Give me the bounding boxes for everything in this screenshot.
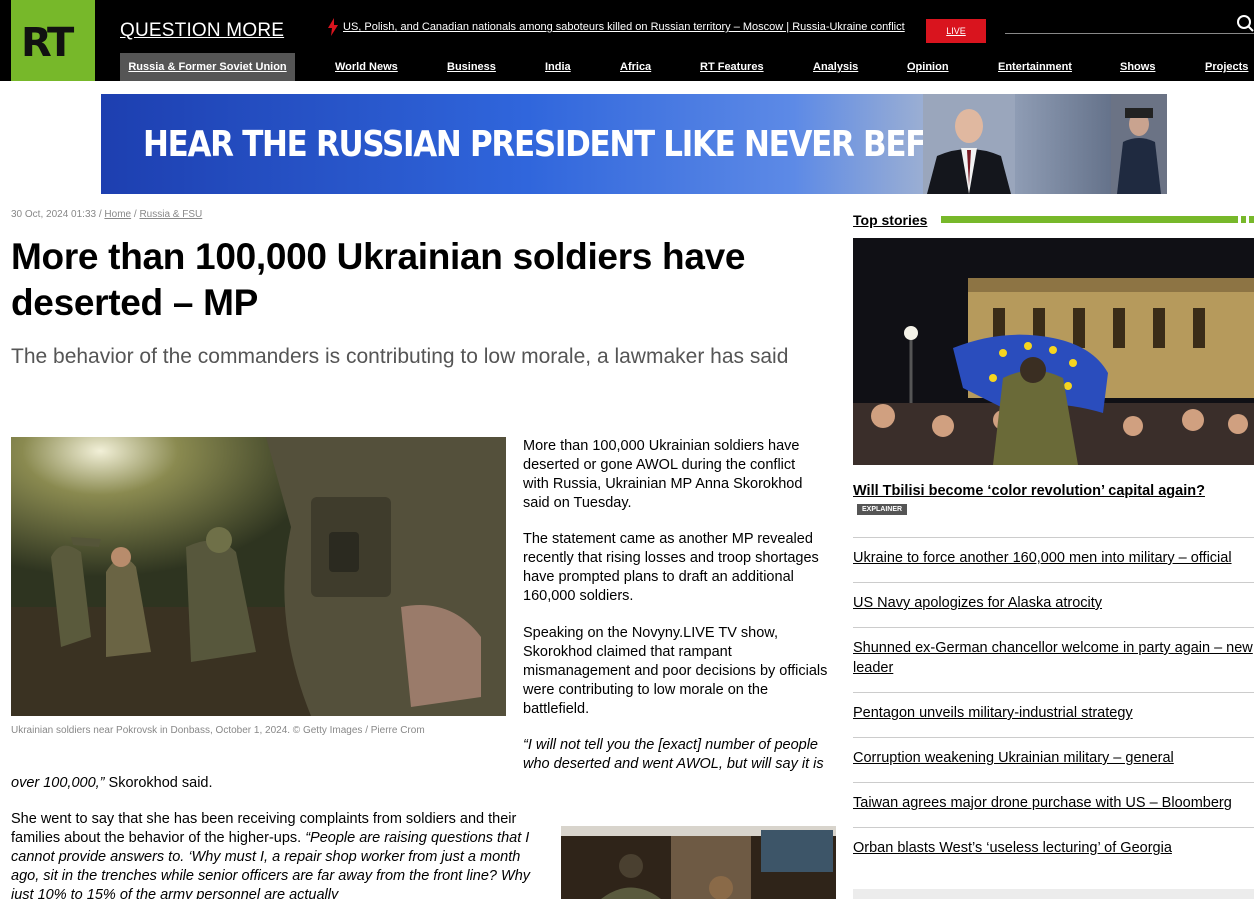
logo-text: RT	[21, 20, 74, 66]
nav-item-opinion[interactable]: Opinion	[907, 61, 949, 73]
promo-banner[interactable]: HEAR THE RUSSIAN PRESIDENT LIKE NEVER BE…	[101, 94, 1167, 194]
nav-item-shows[interactable]: Shows	[1120, 61, 1155, 73]
nav-item-entertainment[interactable]: Entertainment	[998, 61, 1072, 73]
nav-item-india[interactable]: India	[545, 61, 571, 73]
article-paragraph-2: The statement came as another MP reveale…	[523, 531, 819, 604]
top-story-photo[interactable]	[853, 238, 1254, 465]
banner-guard-image	[1111, 94, 1167, 194]
top-story-item[interactable]: Corruption weakening Ukrainian military …	[853, 737, 1254, 768]
sidebar-next-block	[853, 889, 1254, 899]
nav-item-russia-fsu[interactable]: Russia & Former Soviet Union	[120, 53, 295, 81]
article-quote-1: “I will not tell you the [exact] number …	[523, 737, 824, 772]
breaking-news-link[interactable]: US, Polish, and Canadian nationals among…	[343, 21, 905, 33]
nav-item-rt-features[interactable]: RT Features	[700, 61, 764, 73]
top-story-item[interactable]: US Navy apologizes for Alaska atrocity	[853, 582, 1254, 613]
quote-end-text: over 100,000,”	[11, 775, 105, 791]
top-stories-heading[interactable]: Top stories	[853, 212, 927, 228]
top-story-item[interactable]: Shunned ex-German chancellor welcome in …	[853, 627, 1254, 678]
rt-logo[interactable]: RT	[11, 0, 95, 81]
nav-item-analysis[interactable]: Analysis	[813, 61, 858, 73]
article-subtitle: The behavior of the commanders is contri…	[11, 345, 789, 368]
banner-text: HEAR THE RUSSIAN PRESIDENT LIKE NEVER BE…	[143, 124, 994, 165]
article-photo[interactable]	[11, 437, 506, 716]
article-quote-1-end: over 100,000,” Skorokhod said.	[11, 774, 213, 793]
nav-item-projects[interactable]: Projects	[1205, 61, 1248, 73]
top-stories-divider-dot	[1249, 216, 1254, 223]
nav-item-africa[interactable]: Africa	[620, 61, 651, 73]
site-header: RT QUESTION MORE US, Polish, and Canadia…	[0, 0, 1254, 81]
top-story-item[interactable]: Ukraine to force another 160,000 men int…	[853, 537, 1254, 568]
banner-portrait-image	[923, 94, 1015, 194]
quote-attribution: Skorokhod said.	[104, 775, 213, 791]
breadcrumb-section[interactable]: Russia & FSU	[139, 209, 202, 220]
article-date: 30 Oct, 2024 01:33	[11, 209, 97, 220]
top-stories-divider-dot	[1241, 216, 1246, 223]
lightning-icon	[328, 18, 338, 36]
article-paragraph-5: She went to say that she has been receiv…	[11, 810, 536, 899]
slogan-link[interactable]: QUESTION MORE	[120, 20, 284, 42]
search-input[interactable]	[1005, 33, 1254, 34]
breaking-news[interactable]: US, Polish, and Canadian nationals among…	[328, 18, 905, 36]
search-icon[interactable]	[1236, 14, 1254, 32]
breadcrumb-home[interactable]: Home	[104, 209, 131, 220]
photo-caption: Ukrainian soldiers near Pokrovsk in Donb…	[11, 725, 425, 736]
article-paragraph-3: Speaking on the Novyny.LIVE TV show, Sko…	[523, 625, 828, 717]
article-meta: 30 Oct, 2024 01:33 / Home / Russia & FSU	[11, 209, 203, 220]
top-story-item[interactable]: Taiwan agrees major drone purchase with …	[853, 782, 1254, 813]
article-paragraph-1: More than 100,000 Ukrainian soldiers hav…	[523, 438, 803, 511]
nav-item-business[interactable]: Business	[447, 61, 496, 73]
top-story-lead-link[interactable]: Will Tbilisi become ‘color revolution’ c…	[853, 483, 1205, 499]
explainer-badge: EXPLAINER	[857, 504, 908, 515]
top-story-item[interactable]: Orban blasts West’s ‘useless lecturing’ …	[853, 827, 1254, 858]
top-story-item[interactable]: Pentagon unveils military-industrial str…	[853, 692, 1254, 723]
nav-item-world-news[interactable]: World News	[335, 61, 398, 73]
article-title: More than 100,000 Ukrainian soldiers hav…	[11, 236, 746, 323]
top-stories-divider	[941, 216, 1238, 223]
inline-photo[interactable]	[561, 826, 836, 899]
live-button[interactable]: LIVE	[926, 19, 986, 43]
